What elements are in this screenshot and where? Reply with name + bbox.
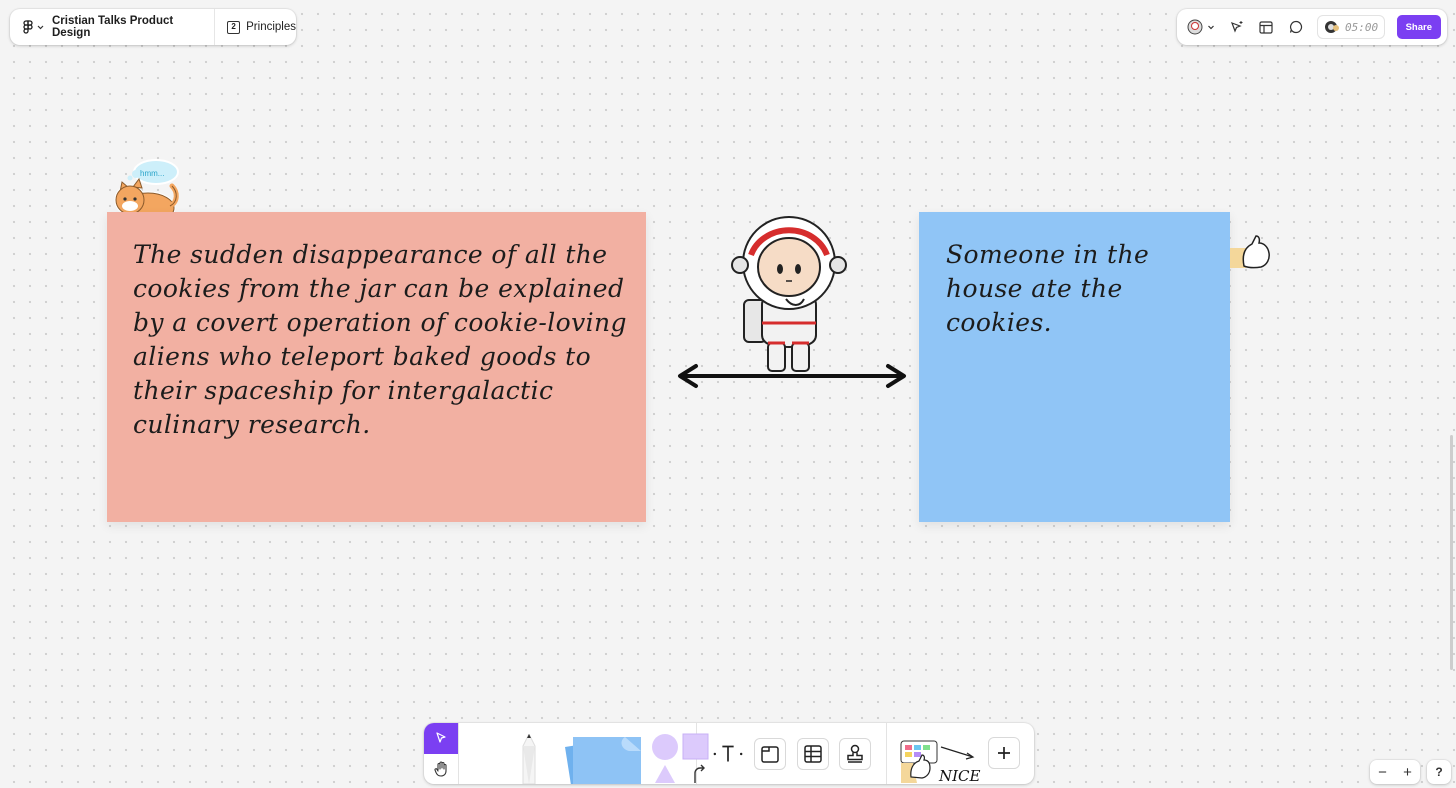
timer-text: 05:00	[1345, 20, 1379, 34]
cat-thought-text: hmm...	[140, 169, 164, 178]
figma-logo-icon	[23, 20, 33, 34]
widget-nice-label: NICE	[938, 767, 981, 783]
timer-avatar-icon	[1325, 21, 1339, 33]
stamp-tool[interactable]	[839, 737, 872, 770]
table-icon	[804, 744, 822, 763]
sparkle-cursor-icon	[1230, 20, 1242, 33]
insert-tools	[697, 723, 886, 784]
sticky-note-text: The sudden disappearance of all the cook…	[133, 240, 627, 439]
zoom-controls: − +	[1370, 760, 1420, 784]
chevron-down-icon	[37, 25, 44, 29]
file-panel: Cristian Talks Product Design 2 Principl…	[10, 9, 296, 45]
layout-button[interactable]	[1253, 14, 1279, 40]
layout-icon	[1259, 20, 1273, 34]
timer-widget[interactable]: 05:00	[1317, 15, 1386, 39]
hand-icon	[433, 761, 447, 777]
vertical-scrollbar[interactable]	[1450, 435, 1453, 670]
avatar-menu[interactable]	[1183, 14, 1219, 40]
comment-icon	[1289, 20, 1303, 34]
comments-button[interactable]	[1283, 14, 1309, 40]
sticky-note-text: Someone in the house ate the cookies.	[946, 240, 1150, 337]
sticky-note-pink[interactable]: The sudden disappearance of all the cook…	[107, 212, 646, 522]
mode-switcher	[424, 723, 458, 784]
text-tool[interactable]	[711, 737, 744, 770]
double-arrow-connector[interactable]	[674, 362, 910, 390]
bottom-toolbar: NICE	[424, 723, 1034, 784]
pen-tool[interactable]	[509, 734, 549, 784]
share-button[interactable]: Share	[1396, 15, 1441, 39]
hand-tool[interactable]	[424, 754, 458, 785]
file-name[interactable]: Cristian Talks Product Design	[52, 9, 216, 45]
sticky-note-tool[interactable]	[559, 733, 643, 784]
help-button[interactable]: ?	[1427, 760, 1451, 784]
widgets-illustration[interactable]: NICE	[897, 737, 983, 783]
plus-icon	[998, 747, 1010, 759]
page-selector[interactable]: 2 Principles	[215, 20, 296, 34]
section-frame-icon	[761, 745, 779, 763]
page-name: Principles	[246, 21, 296, 33]
drawing-tools	[459, 723, 709, 784]
more-tools-button[interactable]	[988, 737, 1020, 769]
chevron-down-icon	[1208, 25, 1214, 29]
text-t-icon	[713, 745, 742, 762]
peeking-hand-sticker[interactable]	[1230, 234, 1272, 272]
stamp-icon	[847, 744, 864, 763]
cursor-arrow-icon	[436, 732, 446, 743]
widget-tools: NICE	[887, 723, 1034, 784]
move-tool[interactable]	[424, 723, 458, 754]
sticky-note-blue[interactable]: Someone in the house ate the cookies.	[919, 212, 1230, 522]
top-right-panel: 05:00 Share	[1177, 9, 1447, 45]
avatar-icon	[1187, 19, 1203, 35]
main-menu-button[interactable]	[10, 9, 52, 45]
page-number-icon: 2	[227, 20, 241, 34]
section-tool[interactable]	[754, 737, 787, 770]
ai-actions-button[interactable]	[1223, 14, 1249, 40]
zoom-out-button[interactable]: −	[1378, 764, 1387, 781]
astronaut-sticker[interactable]	[728, 215, 850, 375]
table-tool[interactable]	[796, 737, 829, 770]
zoom-in-button[interactable]: +	[1403, 764, 1412, 781]
